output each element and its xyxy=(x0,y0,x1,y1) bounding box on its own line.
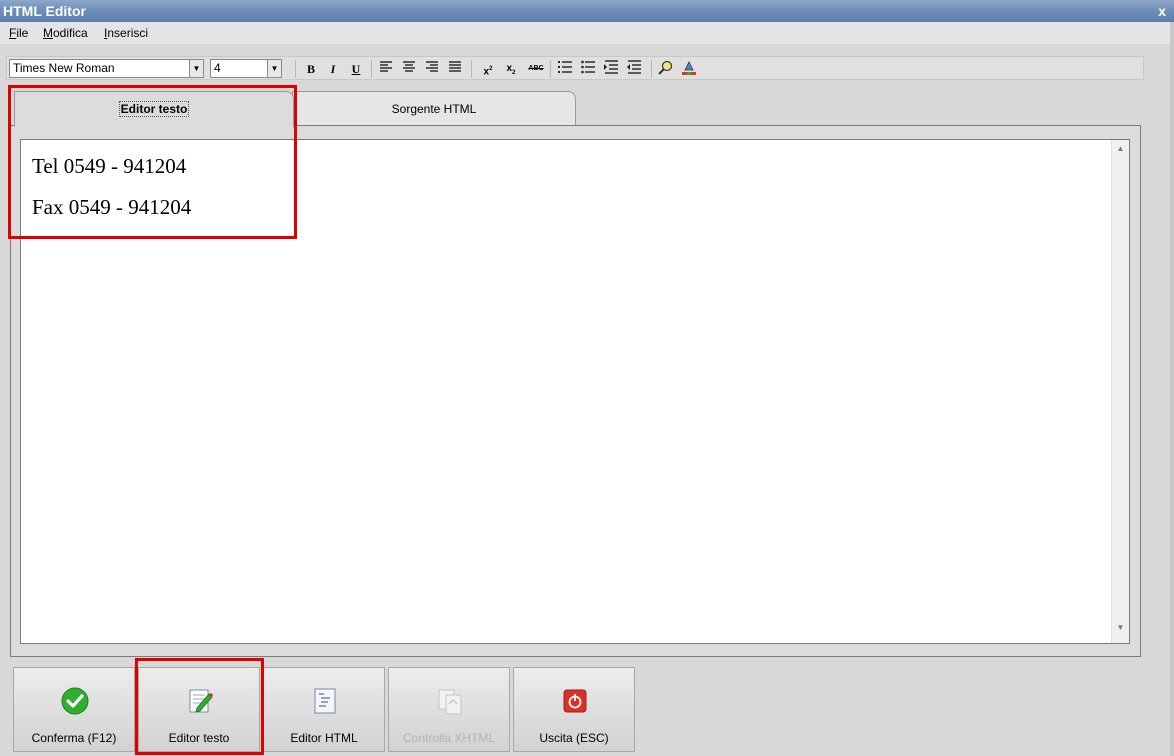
font-family-select[interactable]: Times New Roman ▼ xyxy=(9,59,204,78)
window-titlebar: HTML Editor x xyxy=(0,0,1174,22)
menu-inserisci[interactable]: Inserisci xyxy=(104,26,148,40)
align-left-icon[interactable] xyxy=(377,60,395,78)
format-toolbar: Times New Roman ▼ 4 ▼ B I U x2 x2 ABC xyxy=(6,56,1144,80)
outdent-icon[interactable] xyxy=(625,60,643,78)
font-size-select[interactable]: 4 ▼ xyxy=(210,59,282,78)
toolbar-separator xyxy=(550,60,551,78)
editor-testo-button[interactable]: Editor testo xyxy=(138,667,260,752)
font-size-value: 4 xyxy=(214,61,221,75)
toolbar-separator xyxy=(295,60,296,78)
html-document-icon xyxy=(314,688,336,714)
menu-modifica[interactable]: Modifica xyxy=(43,26,88,40)
align-right-icon[interactable] xyxy=(423,60,441,78)
vertical-scrollbar[interactable]: ▲ ▼ xyxy=(1111,140,1129,643)
button-label: Controlla XHTML xyxy=(402,731,496,745)
rich-text-editor[interactable]: Tel 0549 - 941204 Fax 0549 - 941204 ▲ ▼ xyxy=(20,139,1130,644)
italic-button[interactable]: I xyxy=(324,60,342,78)
close-icon[interactable]: x xyxy=(1158,0,1166,22)
power-icon xyxy=(563,689,587,713)
window-edge xyxy=(1170,22,1174,756)
scroll-up-icon[interactable]: ▲ xyxy=(1112,144,1129,160)
strikethrough-button[interactable]: ABC xyxy=(525,60,547,78)
bold-button[interactable]: B xyxy=(302,60,320,78)
toolbar-separator xyxy=(651,60,652,78)
toolbar-separator xyxy=(471,60,472,78)
chevron-down-icon[interactable]: ▼ xyxy=(189,60,203,77)
indent-icon[interactable] xyxy=(602,60,620,78)
editor-panel: Tel 0549 - 941204 Fax 0549 - 941204 ▲ ▼ xyxy=(10,125,1141,657)
menu-file[interactable]: File xyxy=(9,26,28,40)
align-justify-icon[interactable] xyxy=(446,60,464,78)
controlla-xhtml-button[interactable]: Controlla XHTML xyxy=(388,667,510,752)
editor-html-button[interactable]: Editor HTML xyxy=(263,667,385,752)
font-family-value: Times New Roman xyxy=(13,61,115,75)
editor-text-line[interactable]: Fax 0549 - 941204 xyxy=(32,195,191,220)
editor-text-line[interactable]: Tel 0549 - 941204 xyxy=(32,154,186,179)
tab-sorgente-html[interactable]: Sorgente HTML xyxy=(292,91,576,126)
text-color-icon[interactable] xyxy=(680,60,698,78)
button-label: Conferma (F12) xyxy=(31,731,117,745)
button-label: Editor testo xyxy=(168,731,230,745)
conferma-button[interactable]: Conferma (F12) xyxy=(13,667,135,752)
bullet-list-icon[interactable] xyxy=(579,60,597,78)
underline-button[interactable]: U xyxy=(347,60,365,78)
toolbar-separator xyxy=(371,60,372,78)
edit-document-icon xyxy=(189,689,213,713)
validate-document-icon xyxy=(438,689,462,715)
button-label: Uscita (ESC) xyxy=(539,731,609,745)
uscita-button[interactable]: Uscita (ESC) xyxy=(513,667,635,752)
tab-label: Sorgente HTML xyxy=(391,102,477,116)
tab-editor-testo[interactable]: Editor testo xyxy=(14,91,294,127)
chevron-down-icon[interactable]: ▼ xyxy=(267,60,281,77)
window-title: HTML Editor xyxy=(3,3,86,19)
superscript-icon[interactable]: x2 xyxy=(479,60,497,78)
scroll-down-icon[interactable]: ▼ xyxy=(1112,623,1129,639)
check-icon xyxy=(61,687,89,715)
align-center-icon[interactable] xyxy=(400,60,418,78)
numbered-list-icon[interactable] xyxy=(556,60,574,78)
button-label: Editor HTML xyxy=(290,731,358,745)
subscript-icon[interactable]: x2 xyxy=(502,60,520,78)
find-icon[interactable] xyxy=(657,60,675,78)
menu-bar: File Modifica Inserisci xyxy=(0,22,1174,44)
tab-label: Editor testo xyxy=(118,101,190,117)
